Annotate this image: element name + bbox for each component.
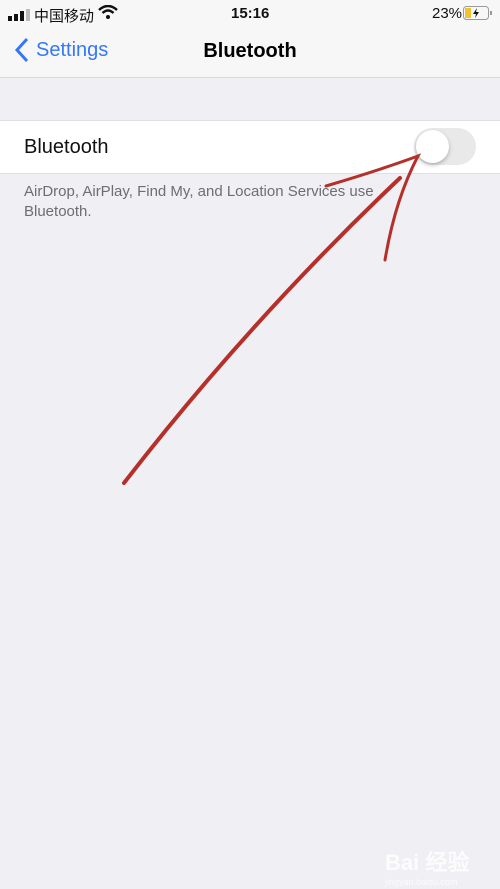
watermark-logo: Bai 经验 jingyan.baidu.com (385, 850, 470, 887)
annotation-arrow (122, 153, 422, 485)
